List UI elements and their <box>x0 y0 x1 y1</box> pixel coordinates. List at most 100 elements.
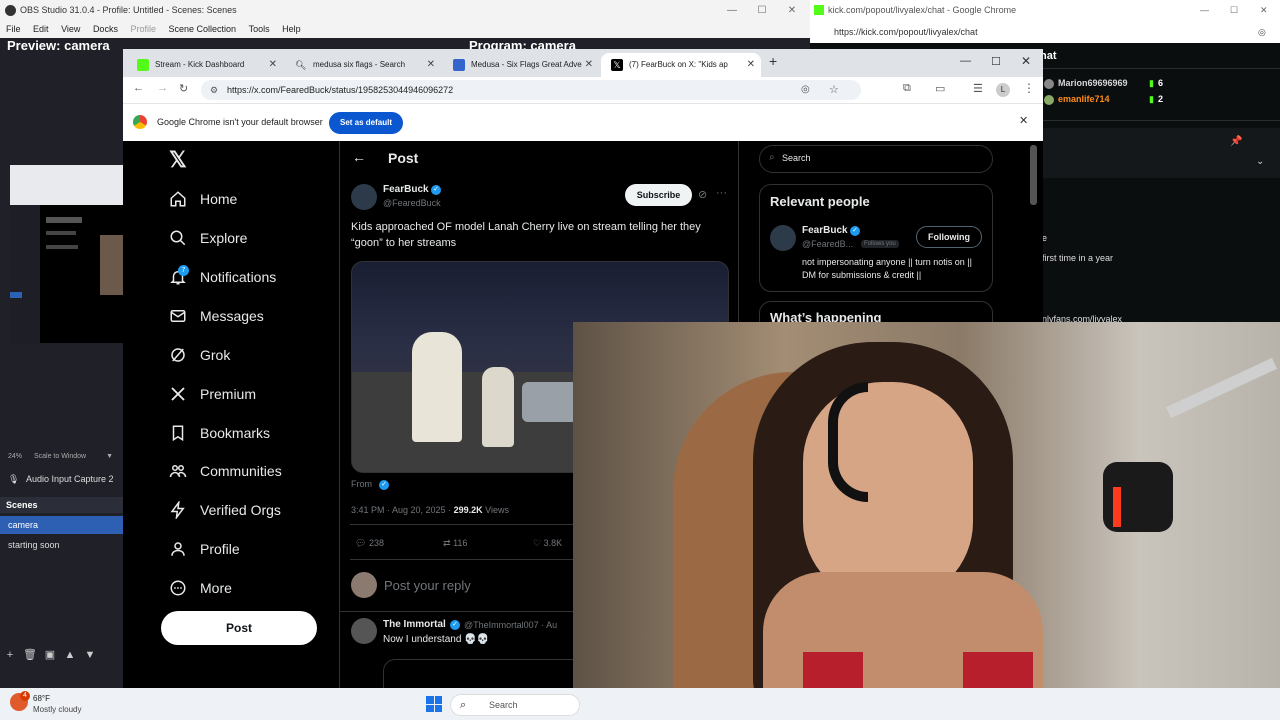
nav-bookmarks[interactable]: Bookmarks <box>169 418 339 448</box>
menu-icon[interactable]: ☰ <box>973 82 983 95</box>
move-down-icon[interactable]: ▼ <box>80 645 100 665</box>
avatar[interactable] <box>351 184 377 210</box>
person-icon <box>171 542 185 556</box>
menu-scene-collection[interactable]: Scene Collection <box>169 21 237 38</box>
more-options-icon[interactable]: ··· <box>716 187 727 199</box>
minimize-icon[interactable]: — <box>1200 0 1209 21</box>
audio-source-item[interactable]: 🎙 Audio Input Capture 2 <box>0 469 123 489</box>
trash-icon[interactable]: 🗑 <box>20 645 40 665</box>
close-icon[interactable]: ✕ <box>1019 114 1028 127</box>
nav-verified-orgs[interactable]: Verified Orgs <box>169 495 339 525</box>
reply-author[interactable]: The Immortal <box>383 619 446 630</box>
menu-view[interactable]: View <box>61 21 80 38</box>
leader-user-name[interactable]: emanlife714 <box>1058 94 1110 104</box>
nav-more[interactable]: More <box>169 573 339 603</box>
nav-notifications[interactable]: 7 Notifications <box>169 262 339 292</box>
kebab-menu-icon[interactable]: ⋮ <box>1023 81 1035 95</box>
taskbar-search[interactable]: ⌕ Search <box>450 694 580 716</box>
avatar[interactable] <box>351 618 377 644</box>
scene-item-camera[interactable]: camera <box>0 516 123 534</box>
tab-medusa-search[interactable]: 🔍︎ medusa six flags - Search ✕ <box>285 53 441 77</box>
nav-grok[interactable]: Grok <box>169 340 339 370</box>
repost-action[interactable]: ⇄ 116 <box>443 538 467 549</box>
filter-icon[interactable]: ▣ <box>40 645 60 665</box>
add-scene-icon[interactable]: + <box>0 645 20 665</box>
star-icon[interactable]: ☆ <box>829 80 839 100</box>
nav-messages[interactable]: Messages <box>169 301 339 331</box>
reply-action[interactable]: 💬︎ 238 <box>355 538 384 549</box>
maximize-icon[interactable]: ☐ <box>991 55 1001 68</box>
nav-profile[interactable]: Profile <box>169 534 339 564</box>
close-icon[interactable]: ✕ <box>269 53 277 77</box>
preview-thumbnail[interactable] <box>10 165 123 343</box>
reload-icon[interactable]: ↻ <box>179 82 188 95</box>
maximize-icon[interactable]: ☐ <box>747 0 777 21</box>
relevant-handle[interactable]: @FearedB... <box>802 239 853 249</box>
kick-address-bar[interactable]: https://kick.com/popout/livyalex/chat ◎ <box>810 21 1280 43</box>
reply-handle[interactable]: @TheImmortal007 · Au <box>464 620 557 630</box>
menu-help[interactable]: Help <box>282 21 301 38</box>
scrollbar[interactable] <box>1030 145 1037 205</box>
site-info-icon[interactable]: ⚙ <box>210 80 218 100</box>
x-logo-icon[interactable]: 𝕏 <box>169 147 187 173</box>
post-handle[interactable]: @FearedBuck <box>383 198 441 208</box>
nav-label: Home <box>200 191 238 207</box>
pin-icon[interactable]: 📌 <box>1230 136 1242 147</box>
eye-off-icon[interactable]: ◎ <box>1258 21 1266 43</box>
close-icon[interactable]: ✕ <box>585 53 593 77</box>
new-tab-button[interactable]: + <box>769 53 777 69</box>
nav-label: More <box>200 580 232 596</box>
menu-tools[interactable]: Tools <box>249 21 270 38</box>
search-input[interactable]: ⌕ Search <box>759 145 993 173</box>
user-badge-icon <box>1044 79 1054 89</box>
preview-zoom-bar[interactable]: 24% Scale to Window ▼ <box>0 450 123 464</box>
extensions-icon[interactable]: ⧉ <box>903 82 911 95</box>
post-author[interactable]: FearBuck <box>383 184 429 195</box>
back-arrow-icon[interactable]: ← <box>352 149 366 165</box>
minimize-icon[interactable]: — <box>717 0 747 21</box>
back-icon[interactable]: ← <box>133 82 144 94</box>
nav-premium[interactable]: Premium <box>169 379 339 409</box>
thumb-nav-lines-3 <box>46 245 78 249</box>
nav-label: Communities <box>200 463 282 479</box>
relevant-name[interactable]: FearBuck <box>802 225 848 236</box>
scale-mode[interactable]: Scale to Window <box>34 453 86 460</box>
close-icon[interactable]: ✕ <box>747 53 755 77</box>
reply-input[interactable]: Post your reply <box>384 578 471 593</box>
cast-icon[interactable]: ▭ <box>935 82 945 95</box>
menu-profile[interactable]: Profile <box>130 21 156 38</box>
maximize-icon[interactable]: ☐ <box>1230 0 1238 21</box>
leader-user-name[interactable]: Marion69696969 <box>1058 78 1128 88</box>
subscribe-button[interactable]: Subscribe <box>625 184 692 206</box>
tab-kick-dashboard[interactable]: Stream - Kick Dashboard ✕ <box>127 53 283 77</box>
forward-icon[interactable]: → <box>157 82 168 94</box>
url-bar[interactable]: ⚙ https://x.com/FearedBuck/status/195825… <box>201 80 861 100</box>
move-up-icon[interactable]: ▲ <box>60 645 80 665</box>
scene-item-starting-soon[interactable]: starting soon <box>0 536 123 554</box>
tab-fearbuck-x[interactable]: 𝕏 (7) FearBuck on X: "Kids ap ✕ <box>601 53 761 77</box>
close-icon[interactable]: ✕ <box>777 0 807 21</box>
close-icon[interactable]: ✕ <box>1260 0 1268 21</box>
profile-avatar[interactable]: L <box>996 83 1010 97</box>
post-button[interactable]: Post <box>161 611 317 645</box>
weather-temp[interactable]: 68°F <box>33 694 50 703</box>
chevron-down-icon[interactable]: ▼ <box>106 453 113 460</box>
minimize-icon[interactable]: — <box>960 55 971 67</box>
nav-explore[interactable]: Explore <box>169 223 339 253</box>
following-button[interactable]: Following <box>916 226 982 248</box>
avatar[interactable] <box>770 225 796 251</box>
menu-docks[interactable]: Docks <box>93 21 118 38</box>
nav-home[interactable]: Home <box>169 184 339 214</box>
menu-file[interactable]: File <box>6 21 21 38</box>
nav-communities[interactable]: Communities <box>169 456 339 486</box>
chevron-down-icon[interactable]: ⌄ <box>1256 156 1264 167</box>
eye-off-icon[interactable]: ◎ <box>801 80 810 100</box>
tab-medusa-six-flags[interactable]: Medusa - Six Flags Great Adve ✕ <box>443 53 599 77</box>
close-icon[interactable]: ✕ <box>427 53 435 77</box>
set-as-default-button[interactable]: Set as default <box>329 112 403 134</box>
like-action[interactable]: ♡ 3.8K <box>533 538 562 549</box>
windows-start-icon[interactable] <box>426 696 442 712</box>
close-icon[interactable]: ✕ <box>1021 54 1031 68</box>
grok-icon[interactable]: ⊘ <box>698 188 707 201</box>
menu-edit[interactable]: Edit <box>33 21 49 38</box>
